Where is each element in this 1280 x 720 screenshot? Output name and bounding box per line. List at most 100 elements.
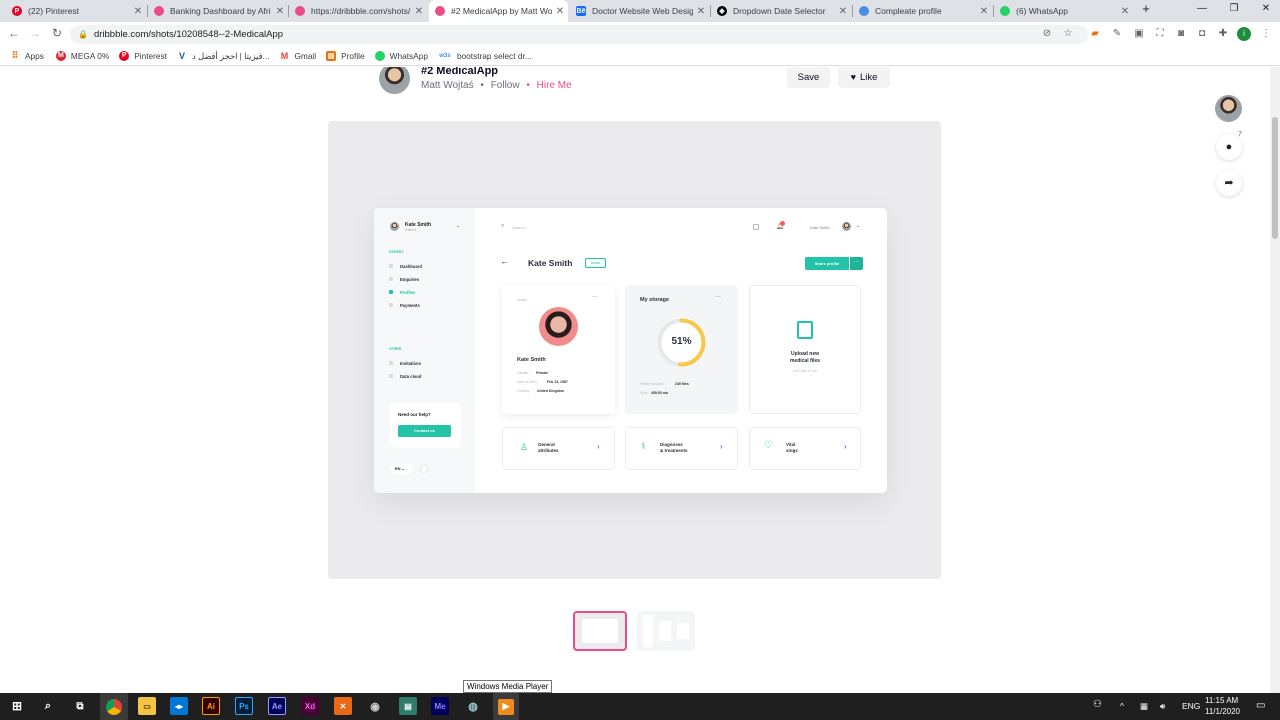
browser-tab[interactable]: ◈ Dropdown Date Selector ✕ [711, 0, 851, 22]
bookmark-item[interactable]: M MEGA 0% [55, 50, 109, 61]
share-icon[interactable]: ➦ [1216, 170, 1242, 196]
nav-item[interactable]: Dashboard [400, 264, 422, 269]
eyedropper-icon[interactable]: ✎ [1111, 28, 1123, 40]
screenshot-icon[interactable]: ⛶ [1154, 28, 1166, 40]
more-options-icon[interactable]: ··· [850, 257, 863, 270]
windows-start-icon[interactable]: ⊞ [8, 697, 26, 715]
camera-icon[interactable]: ◙ [1175, 28, 1187, 40]
nav-item[interactable]: Data cloud [400, 374, 421, 379]
thumbnail[interactable] [637, 611, 695, 651]
tracking-off-icon[interactable]: ⊘ [1041, 28, 1053, 40]
notifications-icon[interactable]: ▭ [1256, 700, 1265, 711]
vscode-icon[interactable]: ◂▸ [170, 697, 188, 715]
chevron-down-icon[interactable]: ⌄ [456, 223, 460, 229]
browser-tab[interactable]: https://dribbble.com/shots/ ✕ [289, 0, 427, 22]
people-icon[interactable]: ⚇ [1093, 699, 1102, 710]
close-icon[interactable]: ✕ [976, 6, 992, 17]
follow-link[interactable]: Follow [491, 80, 520, 91]
nav-item-active[interactable]: Profiles [400, 290, 415, 295]
browser-tab[interactable]: P (22) Pinterest ✕ [6, 0, 146, 22]
restore-icon[interactable]: ❐ [1224, 3, 1244, 14]
close-icon[interactable]: ✕ [835, 6, 851, 17]
more-options-icon[interactable]: ··· [715, 294, 721, 300]
contact-button[interactable]: Contact us [398, 425, 451, 437]
media-player-slot[interactable]: ▶ [493, 693, 519, 720]
browser-tab[interactable]: (6) WhatsApp ✕ [994, 0, 1133, 22]
thumbnail-selected[interactable] [573, 611, 627, 651]
header-avatar[interactable] [842, 222, 851, 231]
close-icon[interactable]: ✕ [552, 6, 568, 17]
editor-icon[interactable]: ▤ [399, 697, 417, 715]
media-encoder-icon[interactable]: Me [431, 697, 449, 715]
search-icon[interactable]: ⌕ [39, 697, 57, 715]
volume-icon[interactable]: 🔊︎ [1160, 701, 1165, 712]
xd-icon[interactable]: Xd [301, 697, 319, 715]
author-avatar-rail[interactable] [1215, 95, 1242, 122]
close-icon[interactable]: ✕ [272, 6, 288, 17]
nav-item[interactable]: Payments [400, 303, 420, 308]
bookmark-item[interactable]: ⠿ Apps [10, 50, 44, 61]
photoshop-icon[interactable]: Ps [235, 697, 253, 715]
bookmark-item[interactable]: M Gmail [279, 51, 316, 61]
chrome-taskbar-slot[interactable] [100, 693, 128, 720]
camera-icon[interactable]: ◘ [1196, 28, 1208, 40]
menu-kebab-icon[interactable]: ⋮ [1260, 28, 1272, 40]
back-icon[interactable]: ← [6, 26, 22, 40]
close-icon[interactable]: ✕ [693, 6, 709, 17]
header-user[interactable]: Kate Smith [810, 225, 830, 230]
page-scrollbar[interactable] [1270, 67, 1280, 693]
language-indicator[interactable]: ENG [1182, 701, 1200, 711]
bookmark-item[interactable]: V فيزيتا | احجز أفضل د... [177, 51, 270, 61]
bookmark-star-icon[interactable]: ☆ [1062, 28, 1074, 40]
forward-icon[interactable]: → [27, 26, 43, 40]
language-select[interactable]: EN ⌄ [390, 464, 413, 474]
extensions-puzzle-icon[interactable]: ✚ [1217, 28, 1229, 40]
bookmark-item[interactable]: w3s bootstrap select dr... [438, 51, 531, 61]
tile-general[interactable]: ♙ General attributes › [502, 427, 615, 470]
browser-tab[interactable]: Bē Doctor Website Web Design ✕ [570, 0, 709, 22]
new-tab-icon[interactable]: + [1136, 1, 1156, 16]
illustrator-icon[interactable]: Ai [202, 697, 220, 715]
close-icon[interactable]: ✕ [130, 6, 146, 17]
back-arrow-icon[interactable]: ← [500, 256, 509, 266]
author-name[interactable]: Matt Wojtaś [421, 80, 474, 91]
profile-avatar[interactable]: i [1237, 27, 1251, 41]
close-icon[interactable]: ✕ [411, 6, 427, 17]
author-avatar[interactable] [379, 67, 410, 94]
close-icon[interactable]: ✕ [1117, 6, 1133, 17]
nav-item[interactable]: Enquiries [400, 277, 419, 282]
task-view-icon[interactable]: ⧉ [71, 697, 89, 715]
chevron-up-icon[interactable]: ^ [1120, 701, 1124, 711]
clock-time[interactable]: 11:15 AM [1205, 696, 1238, 705]
after-effects-icon[interactable]: Ae [268, 697, 286, 715]
bookmark-item[interactable]: ▤ Profile [326, 50, 365, 61]
chevron-down-icon[interactable]: ⌄ [856, 223, 860, 229]
browser-tab-active[interactable]: #2 MedicalApp by Matt Wo ✕ [429, 0, 568, 22]
tile-vital[interactable]: ♡ Vital sings › [749, 427, 861, 470]
shot-image[interactable]: Kate Smith Patient ⌄ PATIENT Dashboard E… [328, 121, 941, 579]
upload-card[interactable]: Upload new medical files Left: 544.47 mb [749, 285, 861, 414]
settings-icon[interactable] [420, 465, 428, 473]
share-profile-button[interactable]: Share profile [805, 257, 849, 270]
close-window-icon[interactable]: ✕ [1256, 3, 1276, 14]
hire-me-link[interactable]: Hire Me [537, 80, 572, 91]
network-icon[interactable]: ▦ [1140, 701, 1148, 712]
more-options-icon[interactable]: ··· [592, 294, 598, 300]
app-icon[interactable]: ◍ [464, 697, 482, 715]
app-icon[interactable]: ◉ [366, 697, 384, 715]
reload-icon[interactable]: ↻ [49, 26, 65, 40]
search-input[interactable]: Search... [512, 225, 528, 230]
clock-date[interactable]: 11/1/2020 [1205, 707, 1240, 716]
address-bar[interactable]: 🔒 dribbble.com/shots/10208548--2-Medical… [70, 25, 1088, 44]
save-button[interactable]: Save [787, 67, 830, 88]
minimize-icon[interactable]: — [1192, 3, 1212, 14]
bookmark-item[interactable]: WhatsApp [374, 50, 428, 61]
browser-tab[interactable]: Banking Dashboard by Afri ✕ [148, 0, 288, 22]
calendar-icon[interactable] [753, 224, 759, 230]
extension-icon[interactable]: ▣ [1133, 28, 1145, 40]
xampp-icon[interactable]: ✕ [334, 697, 352, 715]
file-explorer-icon[interactable]: ▭ [138, 697, 156, 715]
bookmark-item[interactable]: P Pinterest [119, 50, 167, 61]
tile-diagnoses[interactable]: ⚕ Diagnoses & treatments › [625, 427, 738, 470]
extension-icon[interactable]: ▰ [1089, 28, 1101, 40]
